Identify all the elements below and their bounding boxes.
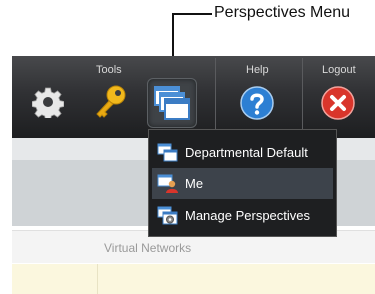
menu-item-manage-perspectives[interactable]: Manage Perspectives	[152, 200, 333, 231]
toolbar: Tools Help Logout	[12, 56, 375, 138]
menu-item-me[interactable]: Me	[152, 168, 333, 199]
tools-section-label: Tools	[96, 64, 122, 76]
toolbar-divider	[215, 58, 216, 136]
cell-divider	[97, 264, 98, 294]
logout-section-label: Logout	[322, 64, 356, 76]
perspectives-menu: Departmental Default Me Manage Perspecti…	[148, 129, 337, 237]
column-header-virtual-networks[interactable]: Virtual Networks	[104, 241, 191, 255]
toolbar-divider	[302, 58, 303, 136]
menu-item-label: Manage Perspectives	[185, 208, 311, 223]
logout-icon[interactable]	[321, 86, 355, 120]
menu-item-label: Me	[185, 176, 204, 191]
help-section-label: Help	[246, 64, 269, 76]
help-icon[interactable]	[240, 86, 274, 120]
perspectives-menu-callout: Perspectives Menu	[214, 4, 351, 21]
perspectives-icon	[154, 86, 190, 120]
menu-item-label: Departmental Default	[185, 145, 308, 160]
key-icon[interactable]	[94, 84, 128, 120]
table-row[interactable]	[12, 264, 375, 294]
perspectives-button[interactable]	[147, 78, 197, 128]
user-perspective-icon	[157, 174, 178, 193]
windows-icon	[157, 143, 178, 161]
callout-line	[172, 13, 212, 15]
menu-item-departmental-default[interactable]: Departmental Default	[152, 137, 333, 168]
gear-icon[interactable]	[31, 86, 65, 121]
manage-perspectives-icon	[157, 206, 178, 224]
